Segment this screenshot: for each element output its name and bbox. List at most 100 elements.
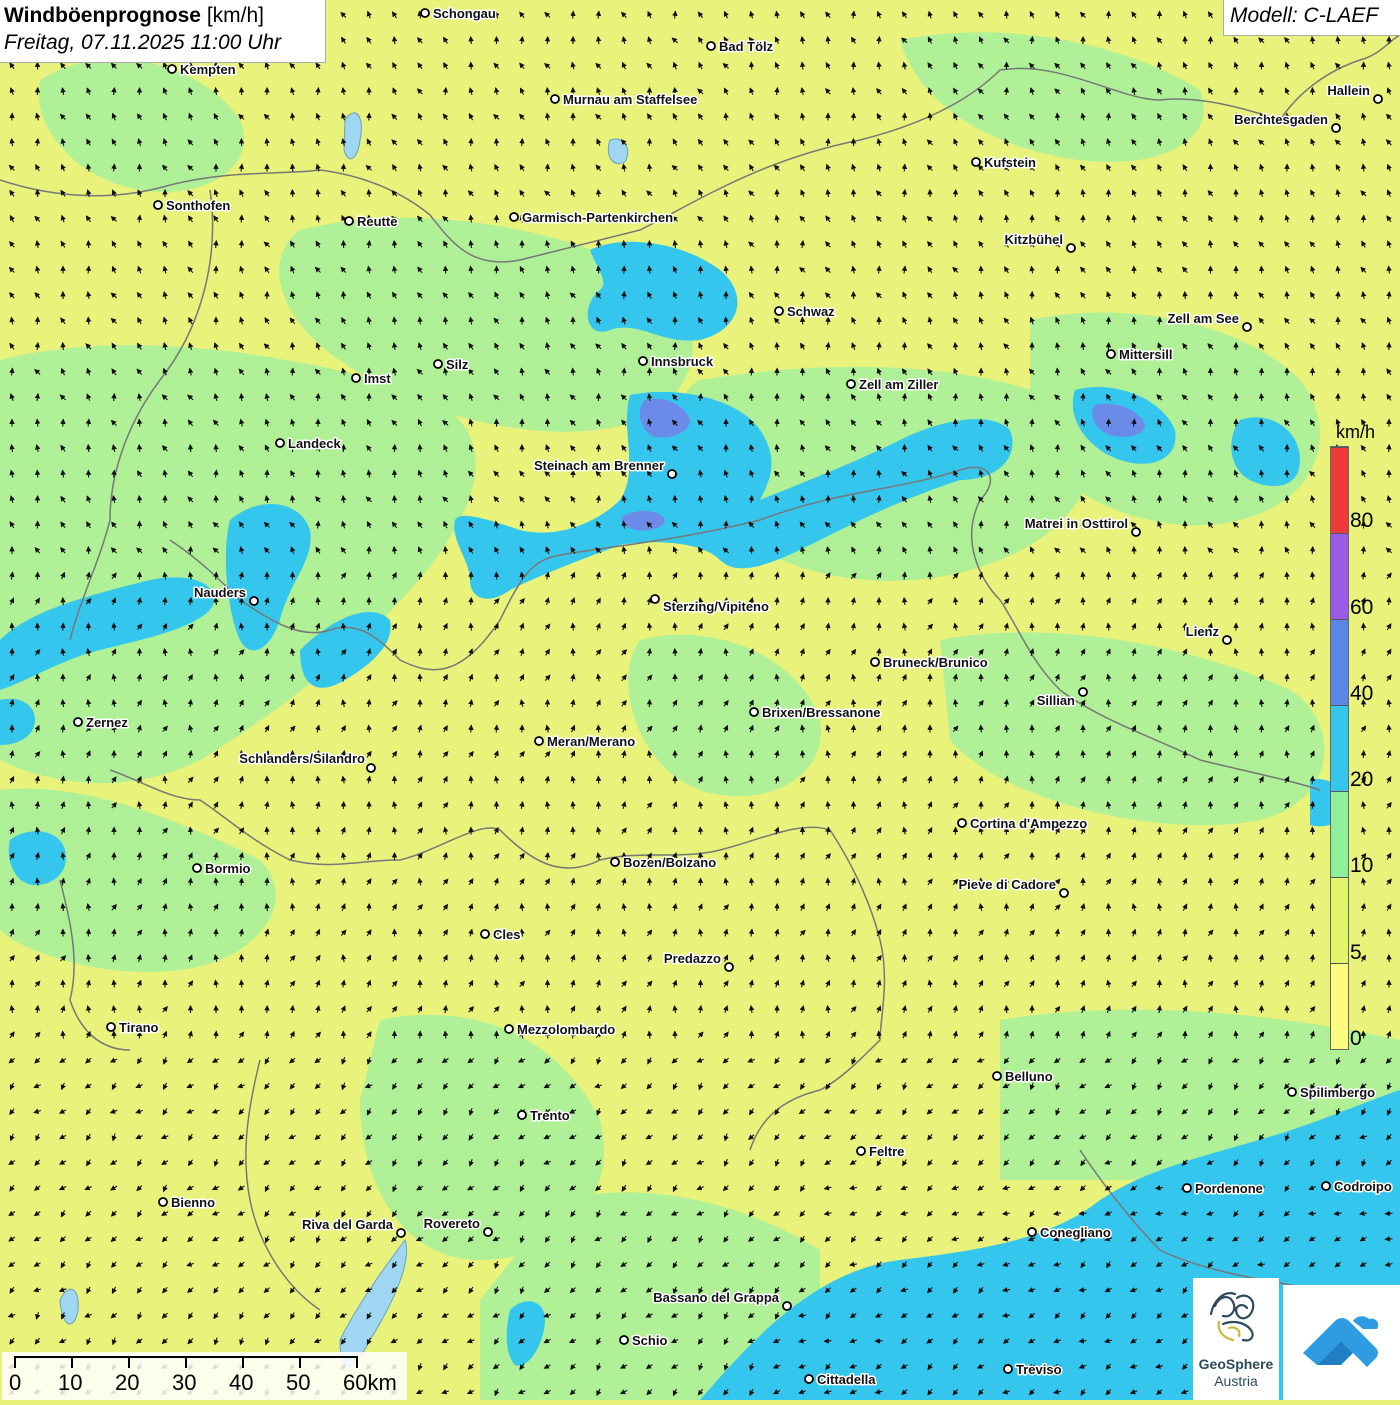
city-label: Bruneck/Brunico — [883, 655, 988, 670]
city-dot — [421, 9, 429, 17]
wind-arrow — [876, 1341, 883, 1342]
scale-label: 0 — [9, 1370, 21, 1396]
wind-arrow — [1108, 700, 1109, 707]
wind-arrow — [241, 879, 242, 886]
geosphere-logo[interactable]: GeoSphere Austria — [1193, 1278, 1279, 1400]
wind-arrow — [1386, 1213, 1393, 1214]
wind-arrow — [241, 981, 242, 988]
wind-arrow — [267, 624, 268, 631]
wind-arrow — [930, 573, 931, 580]
city-label: Sonthofen — [166, 198, 230, 213]
city-label: Hallein — [1327, 83, 1370, 98]
city-dot — [397, 1229, 405, 1237]
city-label: Pordenone — [1195, 1181, 1263, 1196]
wind-arrow — [37, 318, 38, 325]
city-label: Sillian — [1037, 693, 1075, 708]
wind-arrow — [292, 343, 293, 350]
wind-arrow — [1389, 445, 1390, 452]
wind-arrow — [853, 471, 854, 478]
city-dot — [775, 307, 783, 315]
wind-arrow — [573, 12, 574, 19]
city-dot — [1067, 244, 1075, 252]
city-dot — [551, 95, 559, 103]
wind-arrow — [777, 420, 778, 427]
wind-arrow — [394, 471, 395, 478]
city-dot — [972, 158, 980, 166]
wind-arrow — [828, 777, 829, 784]
wind-arrow — [471, 777, 472, 784]
city-label: Berchtesgaden — [1234, 112, 1328, 127]
wind-arrow — [216, 445, 217, 452]
city-label: Mezzolombardo — [517, 1022, 615, 1037]
scale-tick — [128, 1356, 130, 1368]
wind-arrow — [649, 879, 650, 886]
city-dot — [783, 1302, 791, 1310]
wind-arrow — [190, 445, 191, 452]
wind-arrow — [981, 726, 982, 733]
city-dot — [74, 718, 82, 726]
wind-arrow — [1287, 496, 1288, 503]
wind-arrow — [369, 547, 370, 554]
wind-arrow — [1006, 12, 1007, 19]
city-marker: Conegliano — [1028, 1225, 1111, 1240]
wind-arrow — [777, 802, 778, 809]
city-marker: Mezzolombardo — [505, 1022, 615, 1037]
wind-arrow — [751, 63, 752, 70]
legend-unit: km/h — [1336, 422, 1375, 443]
city-label: Bienno — [171, 1195, 215, 1210]
legend-tick-label: 10 — [1350, 855, 1373, 877]
wind-arrow — [241, 394, 242, 401]
city-label: Bormio — [205, 861, 251, 876]
wind-arrow — [1057, 471, 1058, 478]
city-label: Murnau am Staffelsee — [563, 92, 697, 107]
wind-arrow — [1261, 216, 1262, 223]
city-marker: Garmisch-Partenkirchen — [510, 210, 673, 225]
wind-arrow — [1134, 675, 1135, 682]
city-dot — [857, 1147, 865, 1155]
scale-label: 10 — [58, 1370, 82, 1396]
wind-arrow — [777, 904, 778, 911]
scale-tick — [356, 1356, 358, 1368]
wind-arrow — [1363, 369, 1364, 376]
city-dot — [434, 360, 442, 368]
city-dot — [518, 1111, 526, 1119]
city-dot — [620, 1336, 628, 1344]
city-dot — [345, 217, 353, 225]
legend-tick-label: 5 — [1350, 942, 1362, 964]
wind-arrow — [1108, 318, 1109, 325]
warnings-app-logo[interactable] — [1283, 1285, 1400, 1400]
city-label: Kufstein — [984, 155, 1036, 170]
wind-arrow — [828, 879, 829, 886]
legend-segment — [1331, 447, 1348, 533]
wind-arrow — [420, 445, 421, 452]
city-dot — [1183, 1184, 1191, 1192]
legend-segment — [1331, 791, 1348, 877]
wind-arrow — [12, 649, 13, 656]
wind-arrow — [343, 292, 344, 299]
city-dot — [805, 1375, 813, 1383]
wind-arrow — [12, 981, 13, 988]
city-label: Schlanders/Silandro — [239, 751, 365, 766]
city-label: Cittadella — [817, 1372, 876, 1387]
wind-arrow — [63, 624, 64, 631]
city-label: Predazzo — [664, 951, 721, 966]
wind-arrow — [547, 88, 548, 95]
legend-segment — [1331, 533, 1348, 619]
wind-arrow — [1389, 598, 1390, 605]
wind-arrow — [369, 904, 370, 911]
city-dot — [1132, 528, 1140, 536]
scale-label: 50 — [286, 1370, 310, 1396]
city-dot — [510, 213, 518, 221]
city-label: Zell am See — [1167, 311, 1239, 326]
city-label: Matrei in Osttirol — [1025, 516, 1128, 531]
city-dot — [107, 1023, 115, 1031]
city-dot — [193, 864, 201, 872]
scale-label: 20 — [115, 1370, 139, 1396]
wind-arrow — [292, 165, 293, 172]
wind-arrow — [573, 802, 574, 809]
city-marker: Cortina d'Ampezzo — [958, 816, 1087, 831]
wind-arrow — [1312, 216, 1313, 223]
city-label: Riva del Garda — [302, 1217, 394, 1232]
city-label: Brixen/Bressanone — [762, 705, 881, 720]
wind-arrow — [1185, 292, 1186, 299]
